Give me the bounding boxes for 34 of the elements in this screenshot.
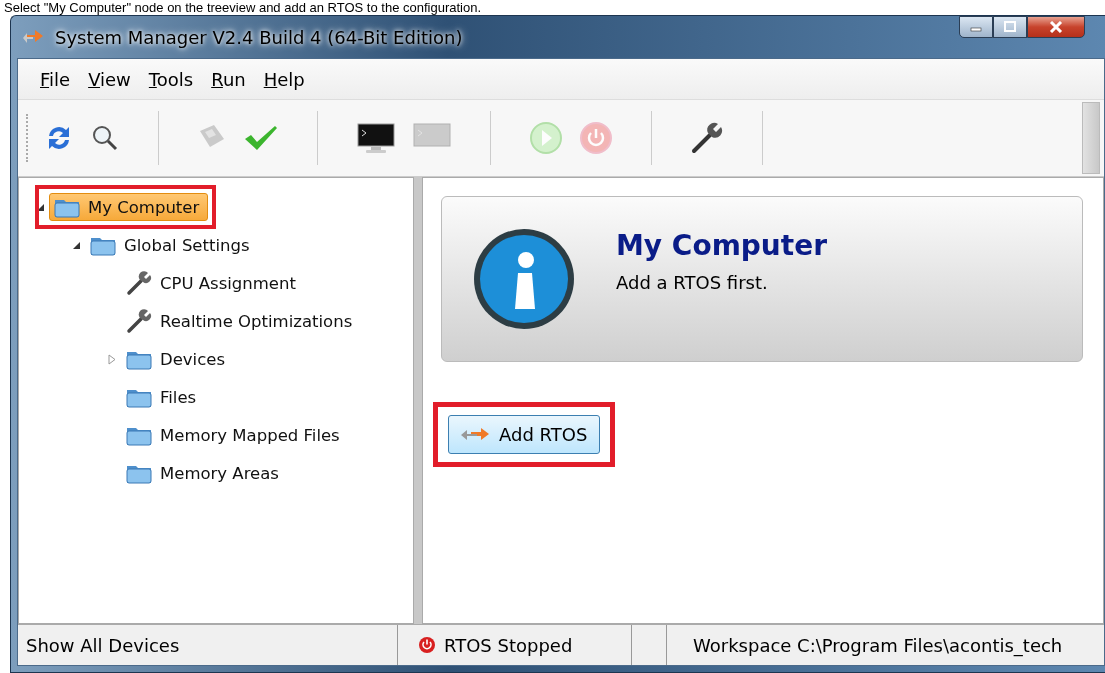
maximize-button[interactable] (993, 16, 1027, 38)
tree-node[interactable]: CPU Assignment (121, 267, 305, 299)
power-icon (418, 636, 436, 654)
caption-text: Select "My Computer" node on the treeview and add an RTOS to the configuration. (3, 0, 483, 15)
info-icon (472, 227, 576, 331)
tree-node[interactable]: Devices (121, 345, 235, 373)
maximize-icon (1003, 21, 1017, 33)
status-text: RTOS Stopped (444, 634, 573, 656)
info-title: My Computer (616, 229, 827, 262)
expanded-arrow-icon[interactable] (71, 240, 81, 250)
arrows-icon (461, 426, 491, 443)
add-rtos-button[interactable]: Add RTOS (448, 415, 601, 454)
tree-node[interactable]: Memory Areas (121, 459, 288, 487)
monitor-icon[interactable] (354, 120, 398, 156)
tree-node[interactable]: Realtime Optimizations (121, 305, 362, 337)
tree-node[interactable]: Global Settings (85, 231, 259, 259)
close-icon (1048, 21, 1064, 33)
tree-node[interactable]: Files (121, 383, 206, 411)
status-text: Workspace C:\Program Files\acontis_tech (693, 634, 1063, 656)
collapsed-arrow-icon[interactable] (107, 353, 117, 365)
wrench-icon (126, 270, 152, 296)
menu-item[interactable]: Tools (142, 65, 200, 93)
status-text: Show All Devices (26, 634, 180, 656)
menu-item[interactable]: Run (205, 65, 252, 93)
wrench-icon (126, 308, 152, 334)
menu-item[interactable]: View (82, 65, 137, 93)
menu-item[interactable]: Help (257, 65, 311, 93)
info-message: Add a RTOS first. (616, 272, 769, 293)
window-title: System Manager V2.4 Build 4 (64-Bit Edition) (55, 26, 463, 48)
tree-node[interactable]: Memory Mapped Files (121, 421, 349, 449)
close-button[interactable] (1027, 16, 1085, 38)
minimize-button[interactable] (959, 16, 993, 38)
menu-item[interactable]: File (34, 65, 77, 93)
tree-node[interactable]: My Computer (49, 193, 209, 221)
